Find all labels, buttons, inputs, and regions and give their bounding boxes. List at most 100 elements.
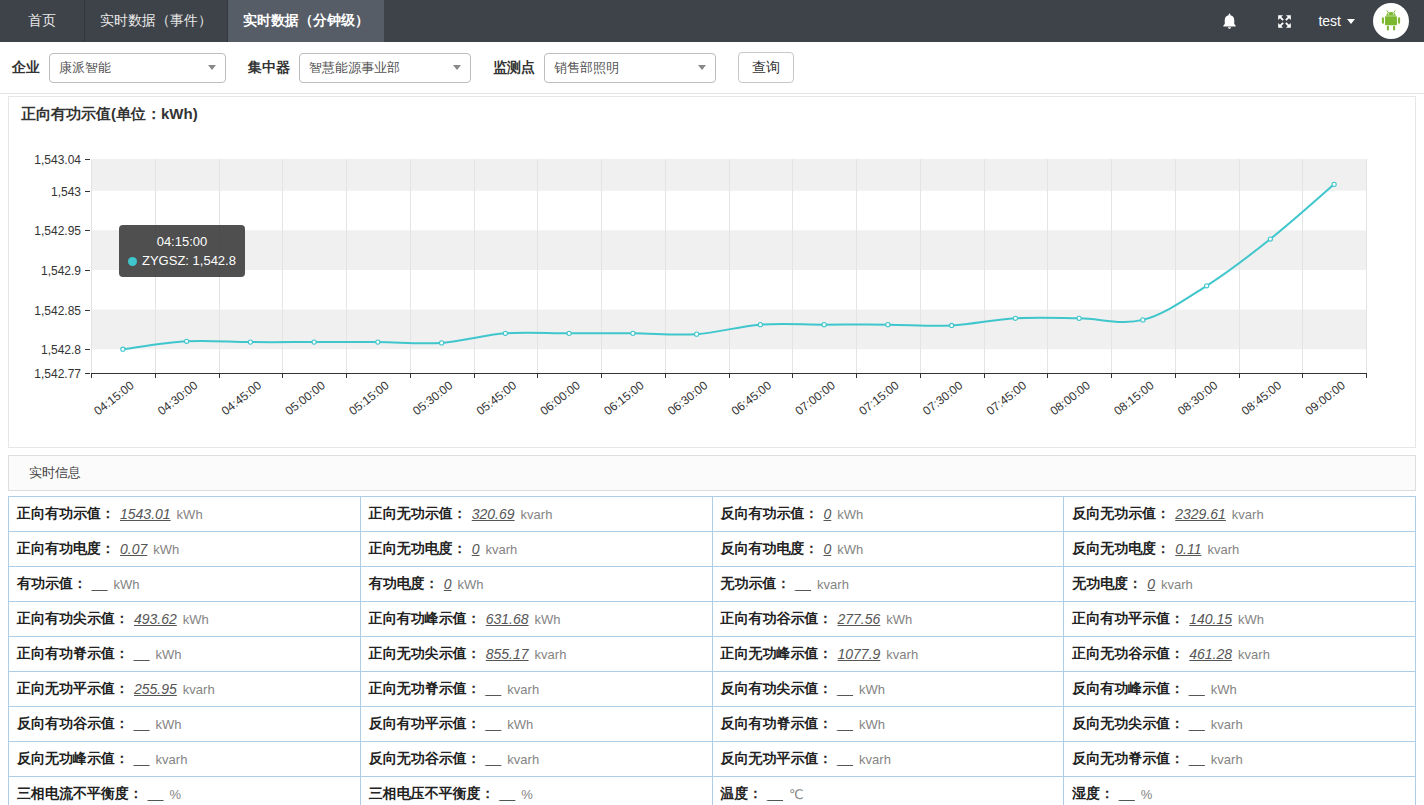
cell-unit: kvarh xyxy=(817,577,849,592)
cell-unit: kvarh xyxy=(1207,542,1239,557)
cell-value-link[interactable]: 1077.9 xyxy=(838,646,881,662)
cell-value-link[interactable]: __ xyxy=(486,751,502,767)
cell-unit: kWh xyxy=(114,577,140,592)
table-row-5: 正向无功平示值：255.95kvarh正向无功脊示值：__kvarh反向有功尖示… xyxy=(9,672,1415,707)
svg-text:05:45:00: 05:45:00 xyxy=(474,378,520,418)
filter-select-2[interactable]: 销售部照明 xyxy=(544,53,716,83)
cell-unit: kvarh xyxy=(486,542,518,557)
filter-groups: 企业康派智能集中器智慧能源事业部监测点销售部照明 xyxy=(12,53,738,83)
fullscreen-icon[interactable] xyxy=(1275,12,1294,31)
cell-value-link[interactable]: __ xyxy=(1189,751,1205,767)
filter-select-0[interactable]: 康派智能 xyxy=(49,53,226,83)
nav-tab-2[interactable]: 实时数据（分钟级） xyxy=(227,0,384,42)
bell-icon[interactable] xyxy=(1220,12,1239,31)
cell-value-link[interactable]: 855.17 xyxy=(486,646,529,662)
cell-unit: kvarh xyxy=(156,752,188,767)
nav-tab-1[interactable]: 实时数据（事件） xyxy=(84,0,227,42)
select-caret-icon xyxy=(208,65,216,70)
cell-value-link[interactable]: __ xyxy=(838,681,854,697)
table-cell: 正向无功电度：0kvarh xyxy=(361,532,713,566)
cell-label: 正向无功峰示值： xyxy=(721,645,833,663)
cell-value-link[interactable]: 493.62 xyxy=(134,611,177,627)
table-cell: 正向无功示值：320.69kvarh xyxy=(361,497,713,531)
cell-value-link[interactable]: 461.28 xyxy=(1189,646,1232,662)
nav-tabs: 首页实时数据（事件）实时数据（分钟级） xyxy=(0,0,384,42)
cell-value-link[interactable]: 631.68 xyxy=(486,611,529,627)
cell-label: 反向有功脊示值： xyxy=(721,715,833,733)
cell-value-link[interactable]: __ xyxy=(148,786,164,802)
cell-value-link[interactable]: __ xyxy=(486,681,502,697)
cell-label: 反向无功示值： xyxy=(1072,505,1170,523)
svg-text:08:00:00: 08:00:00 xyxy=(1048,378,1094,418)
table-cell: 反向无功脊示值：__kvarh xyxy=(1064,742,1415,776)
cell-value-link[interactable]: __ xyxy=(134,716,150,732)
cell-label: 反向有功电度： xyxy=(721,540,819,558)
svg-text:06:45:00: 06:45:00 xyxy=(729,378,775,418)
cell-unit: kWh xyxy=(177,507,203,522)
cell-value-link[interactable]: __ xyxy=(486,716,502,732)
cell-value-link[interactable]: __ xyxy=(134,751,150,767)
table-cell: 反向无功平示值：__kvarh xyxy=(713,742,1065,776)
table-row-2: 有功示值：__kWh有功电度：0kWh无功示值：__kvarh无功电度：0kva… xyxy=(9,567,1415,602)
svg-text:04:15:00: 04:15:00 xyxy=(91,378,137,418)
svg-text:04:45:00: 04:45:00 xyxy=(219,378,265,418)
cell-value-link[interactable]: __ xyxy=(92,576,108,592)
cell-value-link[interactable]: 0 xyxy=(472,541,480,557)
cell-unit: kWh xyxy=(837,507,863,522)
cell-value-link[interactable]: __ xyxy=(1189,716,1205,732)
cell-value-link[interactable]: 277.56 xyxy=(838,611,881,627)
user-menu[interactable]: test xyxy=(1318,13,1355,29)
filter-label-0: 企业 xyxy=(12,59,40,77)
svg-text:1,542.8: 1,542.8 xyxy=(41,343,81,357)
cell-value-link[interactable]: __ xyxy=(838,716,854,732)
cell-value-link[interactable]: __ xyxy=(134,646,150,662)
svg-text:06:30:00: 06:30:00 xyxy=(665,378,711,418)
cell-value-link[interactable]: 0 xyxy=(1147,576,1155,592)
cell-value-link[interactable]: __ xyxy=(1189,681,1205,697)
cell-value-link[interactable]: 320.69 xyxy=(472,506,515,522)
filter-select-1[interactable]: 智慧能源事业部 xyxy=(299,53,471,83)
table-cell: 无功电度：0kvarh xyxy=(1064,567,1415,601)
cell-value-link[interactable]: 0 xyxy=(824,506,832,522)
table-row-1: 正向有功电度：0.07kWh正向无功电度：0kvarh反向有功电度：0kWh反向… xyxy=(9,532,1415,567)
cell-unit: kWh xyxy=(156,717,182,732)
cell-value-link[interactable]: 255.95 xyxy=(134,681,177,697)
cell-label: 反向无功电度： xyxy=(1072,540,1170,558)
table-cell: 有功示值：__kWh xyxy=(9,567,361,601)
cell-label: 温度： xyxy=(721,785,763,803)
cell-label: 三相电流不平衡度： xyxy=(17,785,143,803)
svg-text:06:00:00: 06:00:00 xyxy=(538,378,584,418)
table-cell: 反向无功尖示值：__kvarh xyxy=(1064,707,1415,741)
select-caret-icon xyxy=(698,65,706,70)
cell-label: 正向无功谷示值： xyxy=(1072,645,1184,663)
cell-value-link[interactable]: __ xyxy=(838,751,854,767)
cell-value-link[interactable]: __ xyxy=(768,786,784,802)
cell-unit: kvarh xyxy=(507,752,539,767)
cell-label: 正向有功谷示值： xyxy=(721,610,833,628)
cell-value-link[interactable]: 1543.01 xyxy=(120,506,171,522)
search-button[interactable]: 查询 xyxy=(738,52,794,83)
cell-value-link[interactable]: 0.11 xyxy=(1175,541,1201,557)
cell-value-link[interactable]: 0 xyxy=(444,576,452,592)
cell-value-link[interactable]: __ xyxy=(1119,786,1135,802)
cell-value-link[interactable]: 0 xyxy=(824,541,832,557)
cell-value-link[interactable]: 140.15 xyxy=(1189,611,1232,627)
nav-tab-0[interactable]: 首页 xyxy=(0,0,84,42)
cell-value-link[interactable]: 0.07 xyxy=(120,541,147,557)
table-row-3: 正向有功尖示值：493.62kWh正向有功峰示值：631.68kWh正向有功谷示… xyxy=(9,602,1415,637)
cell-label: 有功电度： xyxy=(369,575,439,593)
tooltip-time: 04:15:00 xyxy=(128,232,236,251)
android-avatar[interactable] xyxy=(1373,3,1409,39)
cell-label: 正向有功平示值： xyxy=(1072,610,1184,628)
cell-value-link[interactable]: 2329.61 xyxy=(1175,506,1226,522)
cell-unit: kWh xyxy=(837,542,863,557)
svg-text:1,542.95: 1,542.95 xyxy=(34,224,81,238)
cell-value-link[interactable]: __ xyxy=(796,576,812,592)
cell-label: 反向无功尖示值： xyxy=(1072,715,1184,733)
cell-label: 反向有功尖示值： xyxy=(721,680,833,698)
cell-label: 反向有功谷示值： xyxy=(17,715,129,733)
cell-unit: % xyxy=(1141,787,1153,802)
cell-unit: kWh xyxy=(859,682,885,697)
cell-unit: kvarh xyxy=(183,682,215,697)
cell-value-link[interactable]: __ xyxy=(500,786,516,802)
